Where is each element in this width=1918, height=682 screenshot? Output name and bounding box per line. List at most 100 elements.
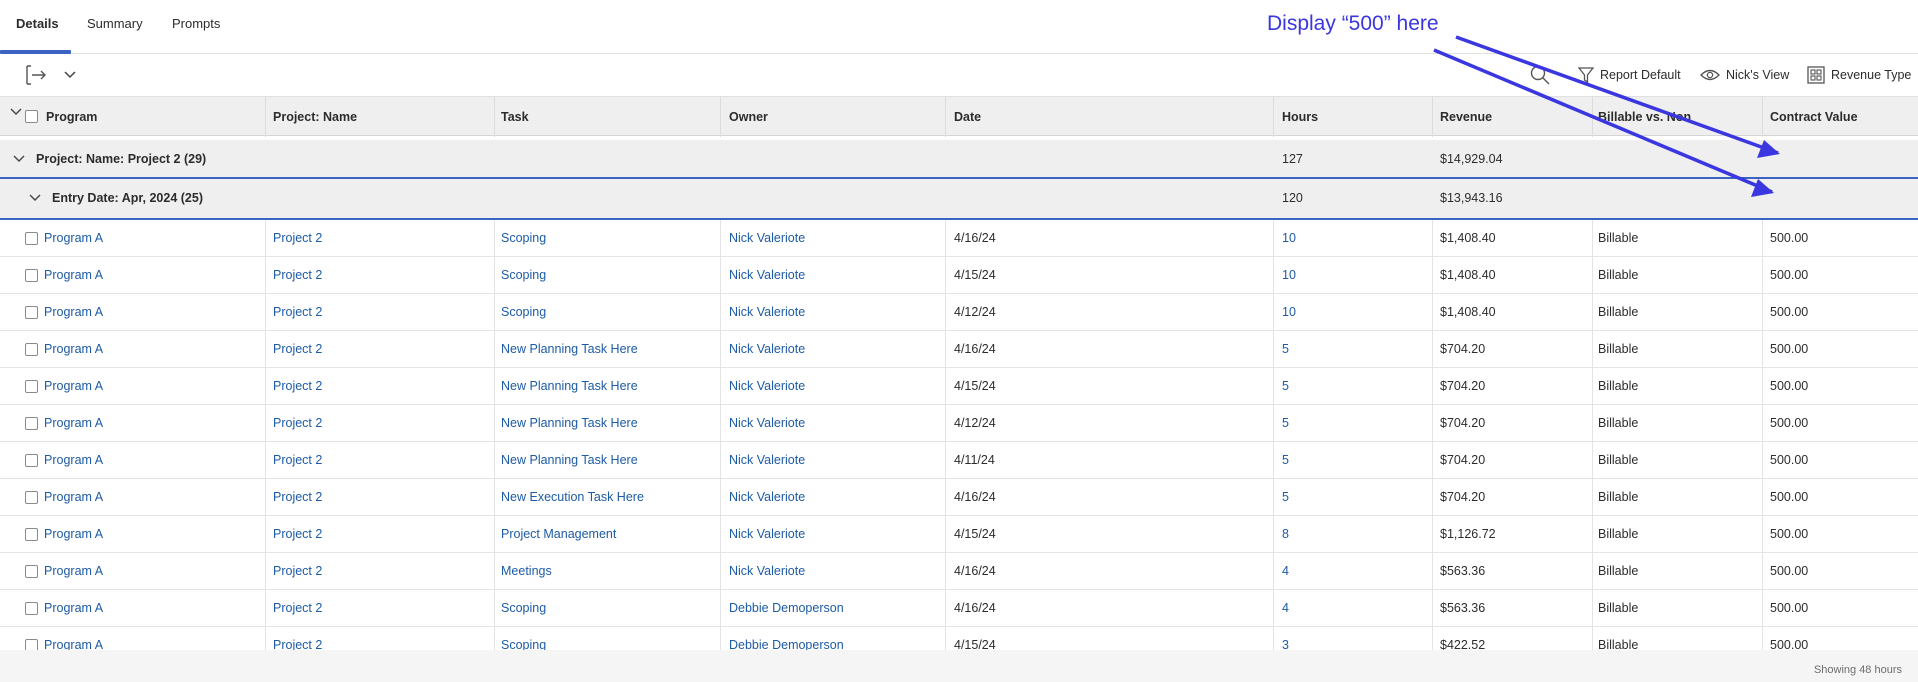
cell-program[interactable]: Program A	[44, 479, 103, 516]
cell-program[interactable]: Program A	[44, 516, 103, 553]
cell-project-name[interactable]: Project 2	[273, 220, 322, 257]
cell-owner[interactable]: Nick Valeriote	[729, 294, 805, 331]
cell-hours[interactable]: 5	[1282, 331, 1289, 368]
column-divider[interactable]	[494, 97, 495, 137]
cell-hours[interactable]: 4	[1282, 553, 1289, 590]
row-checkbox[interactable]	[25, 343, 38, 356]
column-divider[interactable]	[1273, 97, 1274, 137]
cell-task[interactable]: New Planning Task Here	[501, 368, 638, 405]
row-checkbox[interactable]	[25, 565, 38, 578]
cell-task[interactable]: Scoping	[501, 257, 546, 294]
cell-hours[interactable]: 5	[1282, 442, 1289, 479]
tab-summary[interactable]: Summary	[87, 0, 143, 54]
table-row[interactable]: Program A Project 2 Scoping Nick Valeriote 4…	[0, 257, 1918, 294]
cell-project-name[interactable]: Project 2	[273, 442, 322, 479]
table-row[interactable]: Program A Project 2 New Planning Task Here…	[0, 405, 1918, 442]
search-icon[interactable]	[1529, 64, 1551, 86]
cell-task[interactable]: New Planning Task Here	[501, 331, 638, 368]
revenue-type-button[interactable]: Revenue Type	[1807, 64, 1911, 86]
cell-project-name[interactable]: Project 2	[273, 405, 322, 442]
cell-program[interactable]: Program A	[44, 442, 103, 479]
cell-owner[interactable]: Nick Valeriote	[729, 516, 805, 553]
cell-owner[interactable]: Nick Valeriote	[729, 368, 805, 405]
cell-hours[interactable]: 5	[1282, 405, 1289, 442]
select-all-checkbox[interactable]	[25, 110, 38, 123]
cell-task[interactable]: New Execution Task Here	[501, 479, 644, 516]
cell-owner[interactable]: Debbie Demoperson	[729, 590, 844, 627]
cell-hours[interactable]: 10	[1282, 294, 1296, 331]
row-checkbox[interactable]	[25, 602, 38, 615]
chevron-down-icon[interactable]	[13, 154, 25, 164]
column-divider[interactable]	[265, 97, 266, 137]
cell-hours[interactable]: 5	[1282, 479, 1289, 516]
cell-task[interactable]: New Planning Task Here	[501, 405, 638, 442]
cell-program[interactable]: Program A	[44, 368, 103, 405]
cell-owner[interactable]: Nick Valeriote	[729, 331, 805, 368]
cell-project-name[interactable]: Project 2	[273, 294, 322, 331]
cell-project-name[interactable]: Project 2	[273, 257, 322, 294]
table-row[interactable]: Program A Project 2 Scoping Debbie Demopers…	[0, 590, 1918, 627]
row-checkbox[interactable]	[25, 380, 38, 393]
cell-hours[interactable]: 10	[1282, 220, 1296, 257]
cell-task[interactable]: Scoping	[501, 294, 546, 331]
table-row[interactable]: Program A Project 2 Scoping Nick Valeriote 4…	[0, 220, 1918, 257]
row-checkbox[interactable]	[25, 269, 38, 282]
cell-hours[interactable]: 10	[1282, 257, 1296, 294]
cell-hours[interactable]: 8	[1282, 516, 1289, 553]
report-default-button[interactable]: Report Default	[1578, 64, 1681, 86]
cell-program[interactable]: Program A	[44, 331, 103, 368]
column-header-hours[interactable]: Hours	[1282, 97, 1318, 137]
row-checkbox[interactable]	[25, 417, 38, 430]
column-divider[interactable]	[1762, 97, 1763, 137]
group-row-project[interactable]: Project: Name: Project 2 (29) 127 $14,92…	[0, 140, 1918, 178]
cell-program[interactable]: Program A	[44, 590, 103, 627]
cell-task[interactable]: New Planning Task Here	[501, 442, 638, 479]
cell-task[interactable]: Project Management	[501, 516, 616, 553]
tab-prompts[interactable]: Prompts	[172, 0, 220, 54]
cell-project-name[interactable]: Project 2	[273, 479, 322, 516]
cell-hours[interactable]: 5	[1282, 368, 1289, 405]
column-divider[interactable]	[720, 97, 721, 137]
table-row[interactable]: Program A Project 2 New Planning Task Here…	[0, 331, 1918, 368]
cell-program[interactable]: Program A	[44, 257, 103, 294]
cell-task[interactable]: Meetings	[501, 553, 552, 590]
row-checkbox[interactable]	[25, 528, 38, 541]
export-icon[interactable]	[24, 64, 48, 86]
column-header-date[interactable]: Date	[954, 97, 981, 137]
cell-owner[interactable]: Nick Valeriote	[729, 220, 805, 257]
cell-project-name[interactable]: Project 2	[273, 331, 322, 368]
chevron-down-icon[interactable]	[29, 193, 41, 203]
tab-details[interactable]: Details	[16, 0, 59, 54]
table-row[interactable]: Program A Project 2 New Execution Task Her…	[0, 479, 1918, 516]
cell-program[interactable]: Program A	[44, 294, 103, 331]
cell-owner[interactable]: Nick Valeriote	[729, 442, 805, 479]
chevron-down-icon[interactable]	[63, 67, 77, 81]
column-header-project-name[interactable]: Project: Name	[273, 97, 357, 137]
row-checkbox[interactable]	[25, 306, 38, 319]
table-row[interactable]: Program A Project 2 New Planning Task Here…	[0, 442, 1918, 479]
table-row[interactable]: Program A Project 2 Project Management Nick…	[0, 516, 1918, 553]
cell-project-name[interactable]: Project 2	[273, 516, 322, 553]
cell-owner[interactable]: Nick Valeriote	[729, 553, 805, 590]
column-divider[interactable]	[1592, 97, 1593, 137]
row-checkbox[interactable]	[25, 232, 38, 245]
column-header-contract-value[interactable]: Contract Value	[1770, 97, 1858, 137]
chevron-down-icon[interactable]	[10, 107, 22, 117]
cell-program[interactable]: Program A	[44, 405, 103, 442]
table-row[interactable]: Program A Project 2 Meetings Nick Valeriote…	[0, 553, 1918, 590]
row-checkbox[interactable]	[25, 491, 38, 504]
cell-project-name[interactable]: Project 2	[273, 590, 322, 627]
view-button[interactable]: Nick's View	[1700, 64, 1789, 86]
column-header-revenue[interactable]: Revenue	[1440, 97, 1492, 137]
cell-owner[interactable]: Nick Valeriote	[729, 479, 805, 516]
table-row[interactable]: Program A Project 2 Scoping Nick Valeriote 4…	[0, 294, 1918, 331]
column-divider[interactable]	[945, 97, 946, 137]
cell-project-name[interactable]: Project 2	[273, 368, 322, 405]
column-divider[interactable]	[1432, 97, 1433, 137]
cell-owner[interactable]: Nick Valeriote	[729, 405, 805, 442]
cell-task[interactable]: Scoping	[501, 590, 546, 627]
table-row[interactable]: Program A Project 2 New Planning Task Here…	[0, 368, 1918, 405]
column-header-owner[interactable]: Owner	[729, 97, 768, 137]
cell-program[interactable]: Program A	[44, 553, 103, 590]
row-checkbox[interactable]	[25, 454, 38, 467]
